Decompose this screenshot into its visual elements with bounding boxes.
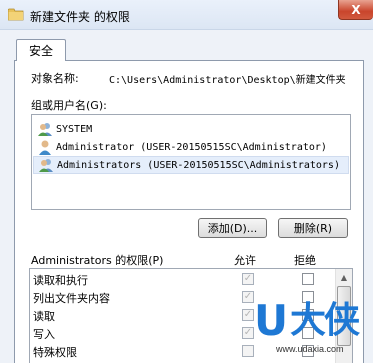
user-icon (39, 140, 51, 155)
user-name: Administrators (USER-20150515SC\Administ… (57, 159, 340, 171)
permissions-header: Administrators 的权限(P) 允许 拒绝 (31, 252, 351, 267)
close-button[interactable]: X (338, 0, 373, 20)
object-name-label: 对象名称: (31, 72, 79, 85)
watermark-url: www.udaxia.com (276, 344, 344, 354)
users-group-icon (38, 123, 52, 136)
permission-name: 写入 (33, 328, 55, 341)
allow-checkbox[interactable] (242, 345, 254, 357)
add-button[interactable]: 添加(D)... (198, 218, 267, 238)
allow-column-header: 允许 (234, 254, 256, 267)
permission-name: 读取 (33, 310, 55, 323)
allow-checkbox[interactable]: ✓ (242, 291, 254, 303)
list-item-system[interactable]: SYSTEM (33, 120, 349, 138)
deny-checkbox[interactable] (302, 273, 314, 285)
list-item-administrators[interactable]: Administrators (USER-20150515SC\Administ… (33, 156, 349, 174)
allow-checkbox[interactable]: ✓ (242, 273, 254, 285)
tab-bar: 安全 (0, 30, 373, 61)
permission-name: 特殊权限 (33, 346, 77, 359)
watermark-logo-u: U (254, 296, 289, 345)
object-name-value: C:\Users\Administrator\Desktop\新建文件夹 (109, 75, 346, 86)
permissions-label: Administrators 的权限(P) (31, 254, 164, 267)
allow-checkbox[interactable]: ✓ (242, 327, 254, 339)
list-item-administrator[interactable]: Administrator (USER-20150515SC\Administr… (33, 138, 349, 156)
user-name: Administrator (USER-20150515SC\Administr… (56, 141, 327, 153)
scroll-up-arrow-icon[interactable]: ▲ (336, 269, 352, 285)
window-title: 新建文件夹 的权限 (30, 10, 130, 24)
watermark-logo-text: 大侠 (290, 300, 360, 341)
user-list[interactable]: SYSTEM Administrator (USER-20150515SC\Ad… (31, 114, 351, 210)
users-group-icon (39, 159, 53, 172)
close-icon: X (351, 2, 361, 17)
deny-column-header: 拒绝 (294, 254, 316, 267)
permission-name: 读取和执行 (33, 274, 88, 287)
tab-security[interactable]: 安全 (16, 39, 66, 61)
permission-row: 读取和执行 ✓ (30, 271, 330, 288)
title-bar[interactable]: 新建文件夹 的权限 X (0, 0, 373, 30)
allow-checkbox[interactable]: ✓ (242, 309, 254, 321)
folder-icon (8, 8, 24, 21)
group-list-label: 组或用户名(G): (31, 99, 107, 112)
user-name: SYSTEM (56, 123, 93, 135)
remove-button[interactable]: 删除(R) (278, 218, 348, 238)
permission-name: 列出文件夹内容 (33, 292, 110, 305)
